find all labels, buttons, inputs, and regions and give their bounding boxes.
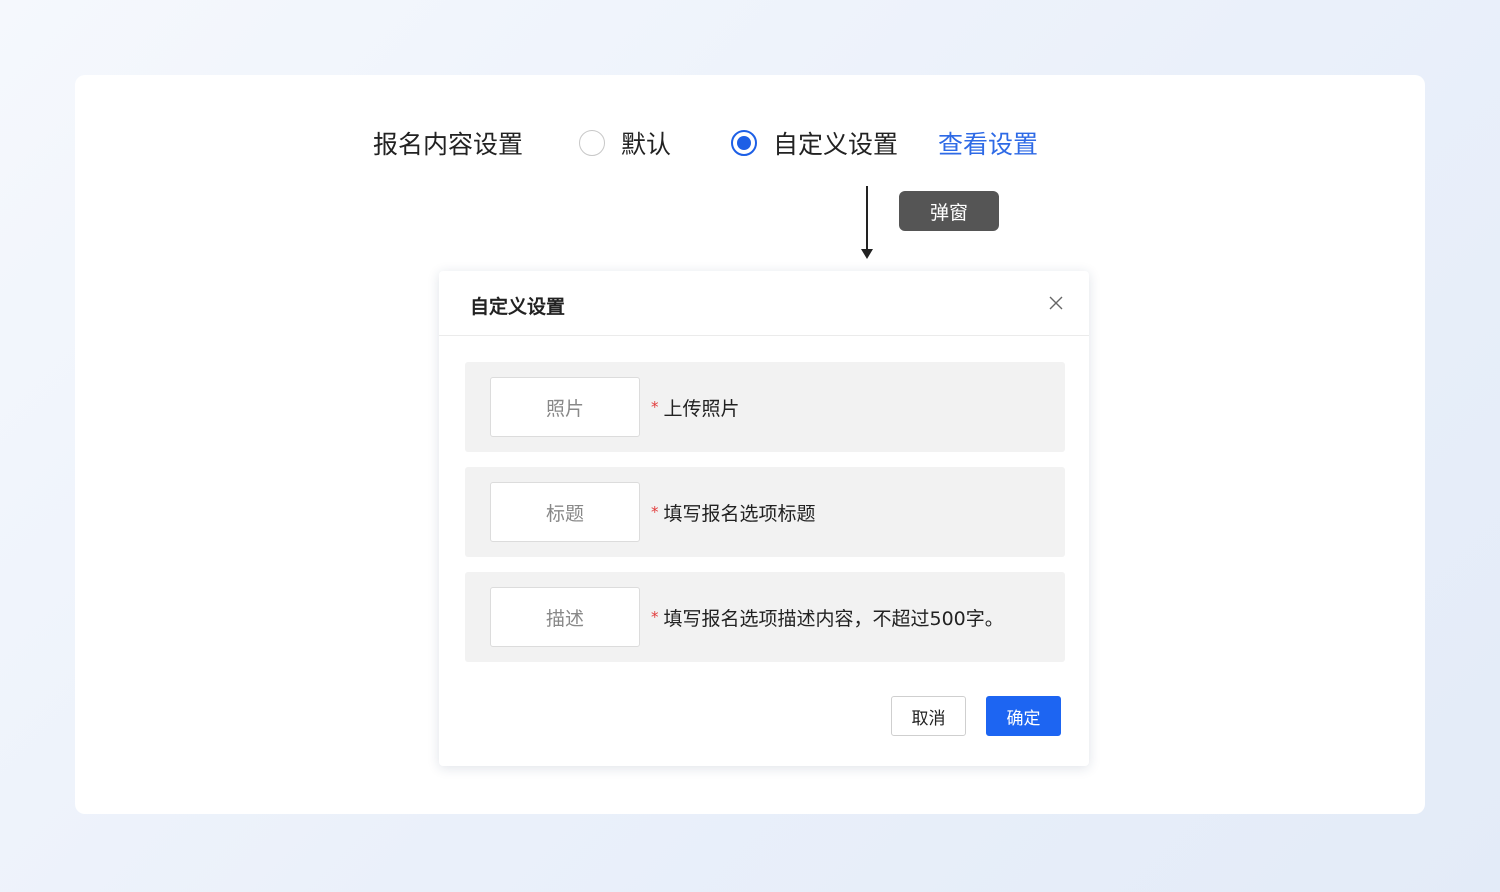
view-settings-link[interactable]: 查看设置: [938, 125, 1038, 161]
registration-setting-row: 报名内容设置 默认 自定义设置 查看设置: [373, 122, 1038, 164]
cancel-button[interactable]: 取消: [891, 696, 966, 736]
description-box[interactable]: 描述: [490, 587, 640, 647]
field-description: 填写报名选项标题: [663, 502, 816, 525]
arrow-down-icon: [861, 249, 873, 259]
radio-custom-label: 自定义设置: [773, 130, 899, 159]
setting-label: 报名内容设置: [373, 130, 524, 159]
field-description: 上传照片: [663, 397, 740, 420]
field-row-title: 标题 * 填写报名选项标题: [465, 467, 1065, 557]
field-row-description: 描述 * 填写报名选项描述内容，不超过500字。: [465, 572, 1065, 662]
required-mark: *: [651, 398, 659, 416]
dialog-title: 自定义设置: [470, 296, 566, 318]
required-mark: *: [651, 608, 659, 626]
radio-unchecked-icon[interactable]: [579, 130, 606, 156]
arrow-line: [866, 186, 868, 252]
photo-box[interactable]: 照片: [490, 377, 640, 437]
close-icon[interactable]: [1049, 295, 1063, 310]
field-row-photo: 照片 * 上传照片: [465, 362, 1065, 452]
confirm-button[interactable]: 确定: [986, 696, 1061, 736]
dialog-header: 自定义设置: [439, 271, 1089, 336]
required-mark: *: [651, 503, 659, 521]
dialog-footer: 取消 确定: [891, 696, 1061, 736]
popup-annotation-tag: 弹窗: [899, 191, 999, 231]
radio-default[interactable]: 默认: [579, 125, 671, 161]
radio-custom[interactable]: 自定义设置: [731, 125, 898, 161]
radio-default-label: 默认: [621, 130, 672, 159]
radio-checked-icon[interactable]: [731, 130, 758, 156]
title-box[interactable]: 标题: [490, 482, 640, 542]
dialog-body: 照片 * 上传照片 标题 * 填写报名选项标题 描述 * 填写报名选项描述内容，…: [439, 336, 1089, 662]
custom-settings-dialog: 自定义设置 照片 * 上传照片 标题 * 填写报名选项标题 描述 * 填写报名选…: [439, 271, 1089, 766]
field-description: 填写报名选项描述内容，不超过500字。: [663, 607, 1004, 630]
